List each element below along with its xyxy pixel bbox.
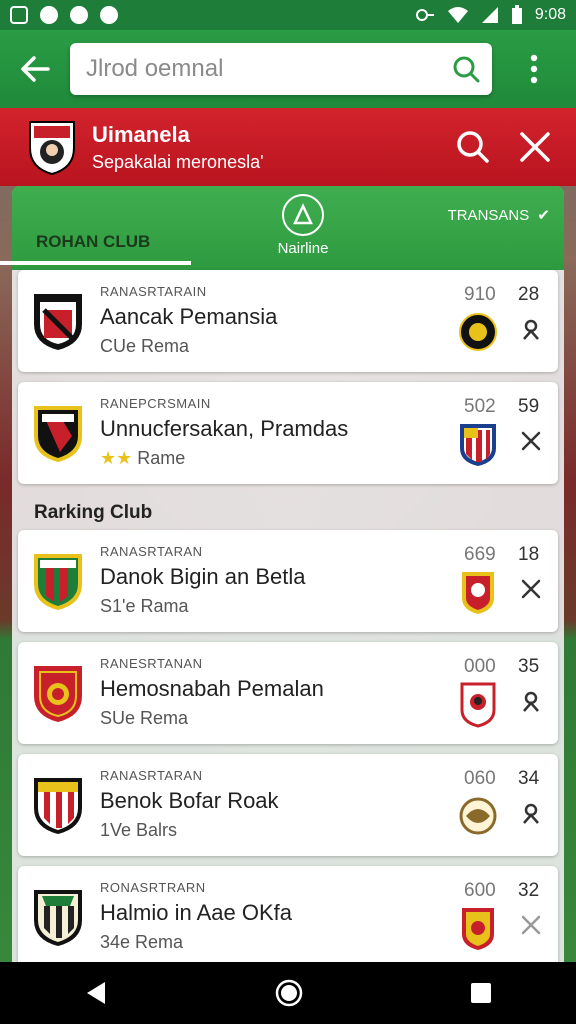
tab-indicator [0,261,191,265]
club-stat-secondary: 34 [518,768,540,789]
check-icon: ✔ [537,207,550,224]
more-vert-icon [530,54,538,84]
club-card[interactable]: RANASRTARAIN Aancak Pemansia CUe Rema 91… [18,270,558,372]
club-card[interactable]: RANEPCRSMAIN Unnucfersakan, Pramdas ★★ R… [18,382,558,484]
close-icon [520,132,550,162]
system-nav-bar [0,962,576,1024]
club-subtitle: ★★ Rame [100,448,186,468]
banner-close-button[interactable] [504,116,566,178]
opponent-crest-icon [460,682,496,728]
club-stat-secondary: 59 [518,396,540,417]
signal-icon [481,7,498,23]
club-stat-secondary: 28 [518,284,540,305]
tab-center-label: Nairline [277,240,329,257]
club-card[interactable]: RANESRTANAN Hemosnabah Pemalan SUe Rema … [18,642,558,744]
back-button[interactable] [0,30,70,108]
search-input[interactable] [86,55,446,83]
club-card[interactable]: RANASRTARAN Benok Bofar Roak 1Ve Balrs 0… [18,754,558,856]
club-name: Halmio in Aae OKfa [100,900,292,925]
club-name: Unnucfersakan, Pramdas [100,416,349,441]
tab-transans[interactable]: TRANSANS ✔ [448,206,550,224]
opponent-crest-icon [459,313,497,351]
app-icon [70,6,88,24]
club-stat-primary: 060 [464,768,496,789]
club-stat-primary: 000 [464,656,496,677]
club-crest-icon [34,554,82,610]
sync-icon [40,6,58,24]
opponent-crest-icon [459,797,497,835]
club-subtitle: CUe Rema [100,336,190,356]
club-subtitle: SUe Rema [100,708,189,728]
club-category: RONASRTRARN [100,880,206,895]
club-name: Danok Bigin an Betla [100,564,306,589]
clock: 9:08 [534,6,566,23]
rank-icon[interactable] [518,688,544,714]
tab-bar: ROHAN CLUB Nairline TRANSANS ✔ [12,186,564,270]
banner-subtitle: Sepakalai meronesla' [92,151,264,172]
section-label: Rarking Club [34,502,153,523]
club-category: RANASRTARAIN [100,284,207,299]
club-category: RANEPCRSMAIN [100,396,211,411]
club-crest-icon [34,666,82,722]
club-card[interactable]: RONASRTRARN Halmio in Aae OKfa 34e Rema … [18,866,558,968]
search-icon [457,131,489,163]
tab-center[interactable]: Nairline [248,194,358,264]
key-icon [415,9,434,21]
club-name: Benok Bofar Roak [100,788,279,813]
club-stat-secondary: 18 [518,544,540,565]
rank-icon[interactable] [518,316,544,342]
close-icon[interactable] [518,576,544,602]
opponent-crest-icon [460,424,496,466]
club-crest-icon [34,778,82,834]
status-bar: 9:08 [0,0,576,30]
back-arrow-icon [21,56,50,82]
wifi-icon [447,7,468,23]
tab-center-icon [282,194,324,236]
club-stat-primary: 502 [464,396,496,417]
star-rating: ★★ [100,448,133,468]
club-category: RANESRTANAN [100,656,203,671]
club-subtitle: 34e Rema [100,932,184,952]
banner-search-button[interactable] [442,116,504,178]
banner-title: Uimanela [92,121,190,147]
club-stat-primary: 669 [464,544,496,565]
battery-icon [511,5,522,24]
club-subtitle: 1Ve Balrs [100,820,178,840]
club-name: Hemosnabah Pemalan [100,676,324,701]
close-icon[interactable] [518,428,544,454]
nav-recents-button[interactable] [469,981,493,1005]
tab-transans-label: TRANSANS [447,207,530,224]
club-category: RANASRTARAN [100,768,203,783]
club-crest-icon [34,406,82,462]
opponent-crest-icon [462,908,494,950]
club-crest-icon [34,294,82,350]
club-name: Aancak Pemansia [100,304,278,329]
club-stat-secondary: 32 [518,880,540,901]
club-stat-primary: 910 [464,284,496,305]
close-icon[interactable] [518,912,544,938]
nav-back-button[interactable] [83,980,109,1006]
club-category: RANASRTARAN [100,544,203,559]
tab-rohan-club[interactable]: ROHAN CLUB [12,186,192,266]
club-subtitle: S1'e Rama [100,596,189,616]
rank-icon[interactable] [518,800,544,826]
club-banner: Uimanela Sepakalai meronesla' [0,108,576,186]
nav-home-button[interactable] [274,978,304,1008]
search-icon[interactable] [452,55,480,83]
opponent-crest-icon [462,572,494,614]
overflow-menu-button[interactable] [492,54,576,84]
app-bar [0,30,576,108]
sim-icon [10,6,28,24]
club-crest-icon [34,890,82,946]
club-stat-primary: 600 [464,880,496,901]
club-crest-icon [29,121,75,176]
club-stat-secondary: 35 [518,656,540,677]
club-card[interactable]: RANASRTARAN Danok Bigin an Betla S1'e Ra… [18,530,558,632]
search-bar [70,43,492,95]
chat-icon [100,6,118,24]
